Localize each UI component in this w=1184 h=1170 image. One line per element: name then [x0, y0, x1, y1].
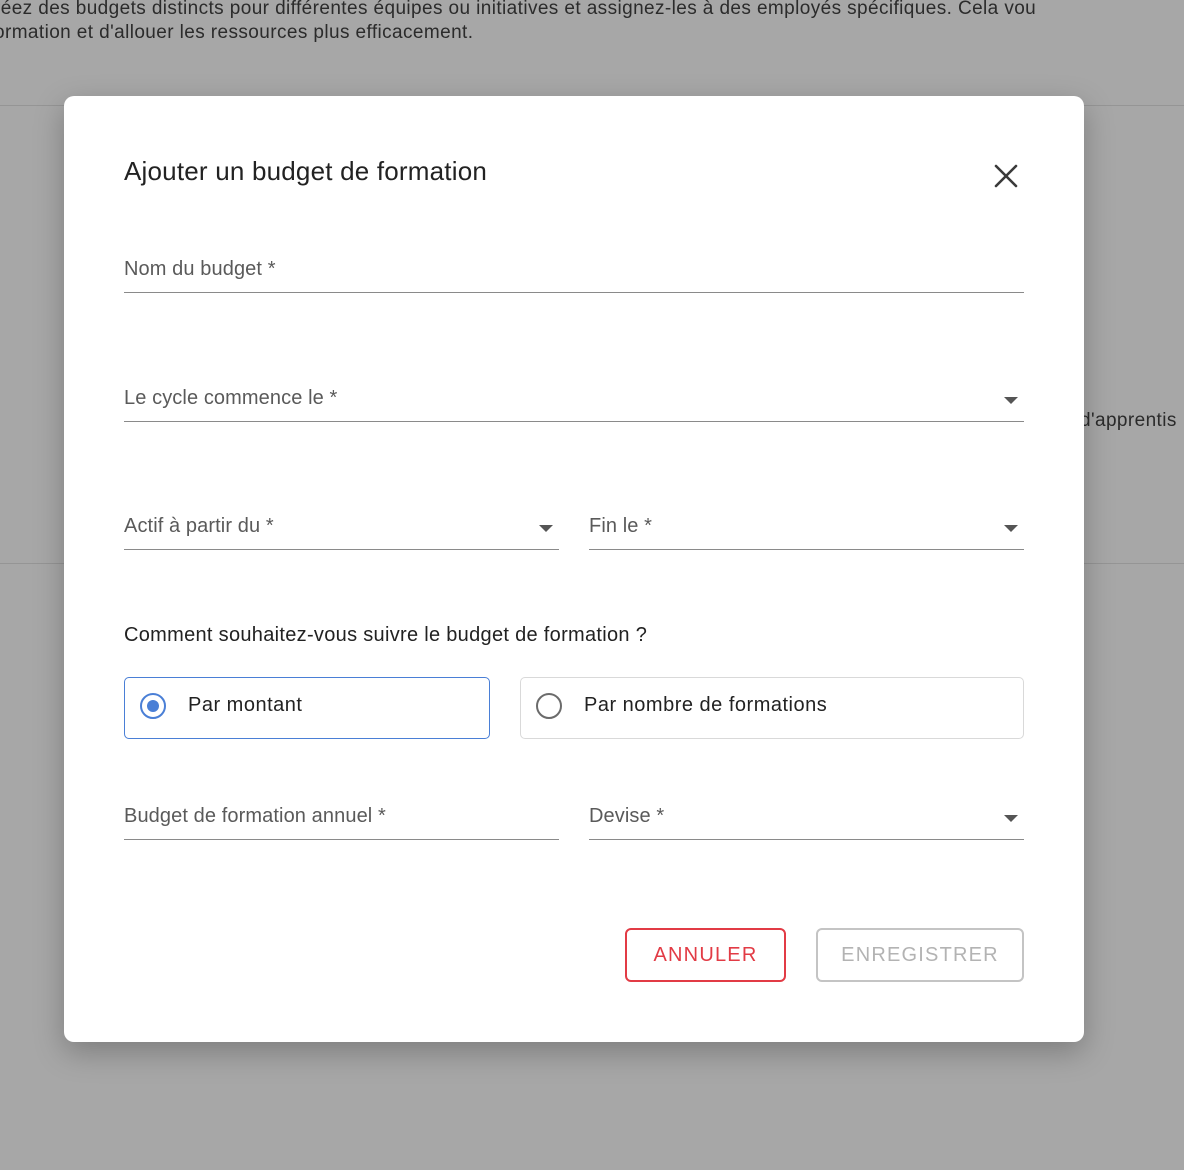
radio-unselected-icon: [536, 693, 562, 719]
track-by-count-label: Par nombre de formations: [584, 694, 828, 716]
caret-down-icon: [539, 525, 553, 532]
track-by-amount-label: Par montant: [188, 694, 303, 716]
caret-down-icon: [1004, 397, 1018, 404]
tracking-question: Comment souhaitez-vous suivre le budget …: [124, 624, 648, 646]
active-from-label: Actif à partir du *: [124, 515, 274, 537]
background-side-text: d'apprentis: [1080, 410, 1177, 431]
currency-label: Devise *: [589, 805, 665, 827]
background-description-line2: ormation et d'allouer les ressources plu…: [0, 22, 474, 43]
annual-budget-label: Budget de formation annuel *: [124, 805, 386, 827]
currency-select[interactable]: Devise *: [589, 795, 1024, 840]
dialog-title: Ajouter un budget de formation: [124, 156, 488, 186]
end-date-label: Fin le *: [589, 515, 653, 537]
caret-down-icon: [1004, 815, 1018, 822]
track-by-count-option[interactable]: Par nombre de formations: [520, 677, 1024, 739]
active-from-select[interactable]: Actif à partir du *: [124, 505, 559, 550]
add-training-budget-dialog: Ajouter un budget de formation Nom du bu…: [64, 96, 1084, 1042]
cycle-start-label: Le cycle commence le *: [124, 387, 338, 409]
background-description-line1: réez des budgets distincts pour différen…: [0, 0, 1037, 19]
track-by-amount-option[interactable]: Par montant: [124, 677, 490, 739]
cycle-start-select[interactable]: Le cycle commence le *: [124, 377, 1024, 422]
budget-name-field[interactable]: Nom du budget *: [124, 248, 1024, 293]
save-button[interactable]: ENREGISTRER: [816, 928, 1024, 982]
close-icon[interactable]: [988, 158, 1024, 194]
radio-selected-icon: [140, 693, 166, 719]
budget-name-label: Nom du budget *: [124, 258, 276, 280]
cancel-button[interactable]: ANNULER: [625, 928, 786, 982]
annual-budget-field[interactable]: Budget de formation annuel *: [124, 795, 559, 840]
end-date-select[interactable]: Fin le *: [589, 505, 1024, 550]
caret-down-icon: [1004, 525, 1018, 532]
